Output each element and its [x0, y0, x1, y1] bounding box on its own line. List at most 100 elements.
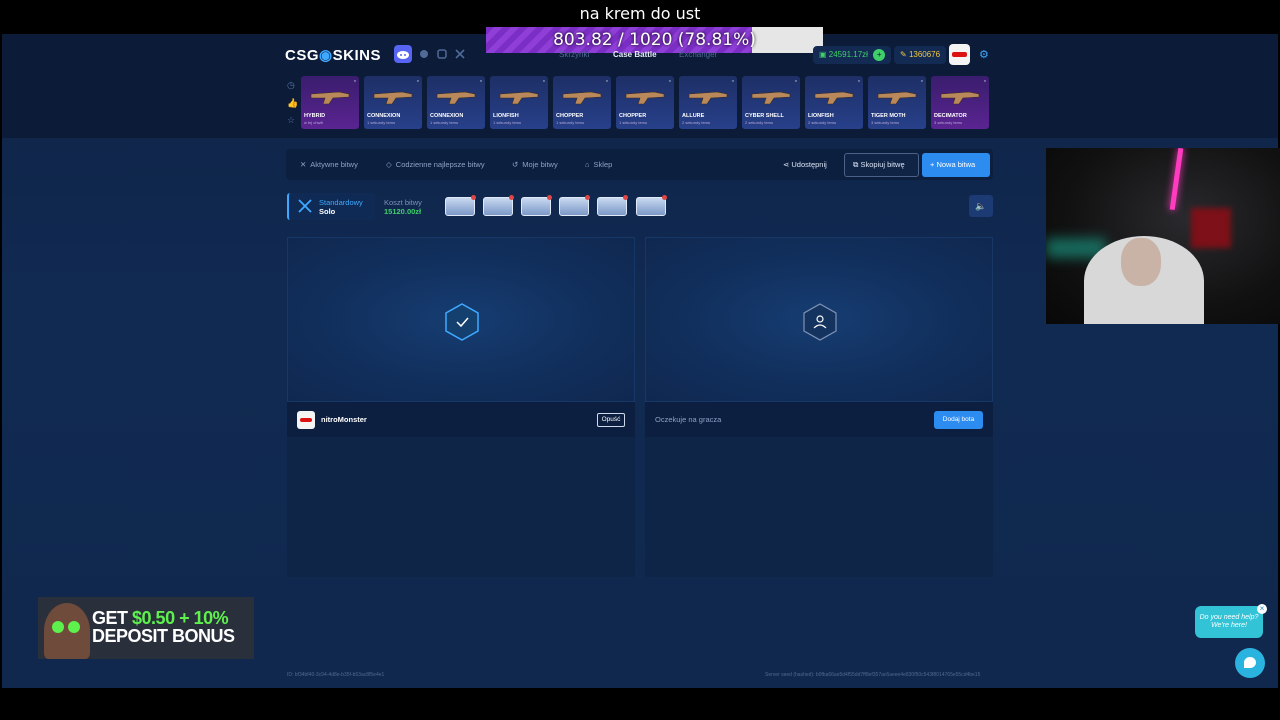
drop-item[interactable]: ▫ CHOPPER 1 sekundy temu	[616, 76, 674, 129]
deposit-plus-icon[interactable]: +	[873, 49, 886, 61]
battle-case[interactable]	[521, 195, 552, 216]
battle-case[interactable]	[445, 195, 476, 216]
new-battle-button[interactable]: + Nowa bitwa	[922, 153, 990, 177]
mascot-figure	[44, 603, 90, 659]
help-line-2: We're here!	[1211, 622, 1247, 629]
drop-item[interactable]: ▫ TIGER MOTH 3 sekundy temu	[868, 76, 926, 129]
tab-active-battles[interactable]: ✕ Aktywne bitwy	[300, 160, 358, 169]
weapon-skin-icon	[814, 91, 854, 105]
player-2-drops-area	[645, 437, 993, 577]
battle-case[interactable]	[483, 195, 514, 216]
drop-time: 1 sekundy temu	[493, 120, 522, 125]
drop-case-icon: ▫	[605, 78, 608, 85]
drop-item[interactable]: ▫ ALLURE 2 sekundy temu	[679, 76, 737, 129]
add-bot-button[interactable]: Dodaj bota	[934, 411, 983, 429]
leave-battle-button[interactable]: Opuść	[597, 413, 625, 427]
drop-item[interactable]: ▫ LIONFISH 2 sekundy temu	[805, 76, 863, 129]
weapon-skin-icon	[436, 91, 476, 105]
drop-time: 1 sekundy temu	[619, 120, 648, 125]
drop-time: 1 sekundy temu	[556, 120, 585, 125]
diamond-icon: ◇	[386, 160, 392, 169]
drop-name: DECIMATOR	[934, 113, 967, 119]
stream-overlay-title: na krem do ust	[579, 4, 701, 23]
tab-daily-best[interactable]: ◇ Codzienne najlepsze bitwy	[386, 160, 485, 169]
drop-case-icon: ▫	[668, 78, 671, 85]
promo-line-2: DEPOSIT BONUS	[92, 626, 235, 646]
player-2-bar: Oczekuje na gracza Dodaj bota	[645, 402, 993, 437]
drop-time: 1 sekundy temu	[430, 120, 459, 125]
cost-label: Koszt bitwy	[384, 198, 422, 207]
weapon-skin-icon	[688, 91, 728, 105]
deposit-bonus-banner[interactable]: GET $0.50 + 10% DEPOSIT BONUS	[38, 597, 254, 659]
thumbs-up-icon[interactable]: 👍	[287, 98, 298, 108]
balance-display[interactable]: ▣ 24591.17zł +	[813, 46, 892, 64]
drop-item[interactable]: ▫ CONNEXION 1 sekundy temu	[364, 76, 422, 129]
clock-icon[interactable]: ◷	[287, 80, 297, 90]
weapon-skin-icon	[877, 91, 917, 105]
swords-icon: ✕	[300, 160, 307, 169]
drop-item[interactable]: ▫ HYBRID w tej chwili	[301, 76, 359, 129]
weapon-skin-icon	[310, 91, 350, 105]
weapon-skin-icon	[562, 91, 602, 105]
live-drops-feed: ▫ HYBRID w tej chwili ▫ CONNEXION 1 sekundy t…	[301, 76, 997, 129]
nav-case-battle[interactable]: Case Battle	[613, 50, 657, 59]
drop-name: CHOPPER	[619, 113, 647, 119]
help-bubble[interactable]: Do you need help? We're here!	[1195, 606, 1263, 638]
nav-exchanger[interactable]: Exchanger	[679, 50, 717, 59]
instagram-icon[interactable]	[434, 46, 450, 62]
weapon-skin-icon	[499, 91, 539, 105]
drop-time: 3 sekundy temu	[934, 120, 963, 125]
mascot-eye-left	[52, 621, 64, 633]
player-1-avatar[interactable]	[297, 411, 315, 429]
discord-icon[interactable]	[394, 45, 412, 63]
battle-case[interactable]	[636, 195, 667, 216]
tab-shop[interactable]: ⌂ Sklep	[585, 160, 612, 169]
weapon-skin-icon	[751, 91, 791, 105]
settings-gear-icon[interactable]: ⚙	[979, 48, 989, 61]
empty-slot-user-icon	[803, 303, 837, 341]
basket-icon: ⌂	[585, 160, 590, 169]
player-1-arena	[287, 237, 635, 402]
nav-cases[interactable]: Skrzynki	[559, 50, 589, 59]
drop-time: 2 sekundy temu	[808, 120, 837, 125]
drop-time: w tej chwili	[304, 120, 324, 125]
sound-toggle-button[interactable]: 🔈	[969, 195, 993, 217]
drop-item[interactable]: ▫ LIONFISH 1 sekundy temu	[490, 76, 548, 129]
battle-case[interactable]	[559, 195, 590, 216]
drop-item[interactable]: ▫ CYBER SHELL 2 sekundy temu	[742, 76, 800, 129]
tab-my-battles[interactable]: ↺ Moje bitwy	[512, 160, 558, 169]
drop-case-icon: ▫	[542, 78, 545, 85]
x-twitter-icon[interactable]	[452, 46, 468, 62]
drop-case-icon: ▫	[353, 78, 356, 85]
facebook-icon[interactable]	[416, 46, 432, 62]
user-avatar[interactable]	[949, 44, 970, 65]
mascot-eye-right	[68, 621, 80, 633]
share-button[interactable]: ⋖ Udostępnij	[783, 160, 827, 169]
player-panel-1: nitroMonster Opuść	[287, 237, 635, 577]
site-logo[interactable]: CSG◉SKINS	[285, 46, 381, 64]
drop-item[interactable]: ▫ CONNEXION 1 sekundy temu	[427, 76, 485, 129]
mode-value: Solo	[319, 207, 336, 216]
drop-case-icon: ▫	[479, 78, 482, 85]
player-1-name[interactable]: nitroMonster	[321, 415, 367, 424]
drop-item[interactable]: ▫ CHOPPER 1 sekundy temu	[553, 76, 611, 129]
drop-name: LIONFISH	[808, 113, 834, 119]
help-line-1: Do you need help?	[1199, 614, 1259, 621]
pencil-icon: ✎	[900, 50, 909, 59]
ready-check-icon	[445, 303, 479, 341]
points-display[interactable]: ✎ 1360676	[894, 46, 947, 64]
drop-time: 2 sekundy temu	[682, 120, 711, 125]
drop-time: 3 sekundy temu	[871, 120, 900, 125]
close-help-icon[interactable]: ×	[1257, 604, 1267, 614]
drop-item[interactable]: ▫ DECIMATOR 3 sekundy temu	[931, 76, 989, 129]
battle-id: ID: bf34bf40-3c94-4d8e-b35f-b53ac8f5e4e1	[287, 672, 385, 678]
drop-name: LIONFISH	[493, 113, 519, 119]
player-2-arena	[645, 237, 993, 402]
server-seed: Server seed (hashed): b0fba66ae5d4f55dd7…	[765, 672, 981, 678]
drop-name: CONNEXION	[367, 113, 401, 119]
mode-label: Standardowy	[319, 198, 363, 207]
battle-case[interactable]	[597, 195, 628, 216]
copy-battle-button[interactable]: ⧉ Skopiuj bitwę	[844, 153, 919, 177]
star-icon[interactable]: ☆	[287, 115, 297, 125]
chat-launcher-icon[interactable]	[1235, 648, 1265, 678]
